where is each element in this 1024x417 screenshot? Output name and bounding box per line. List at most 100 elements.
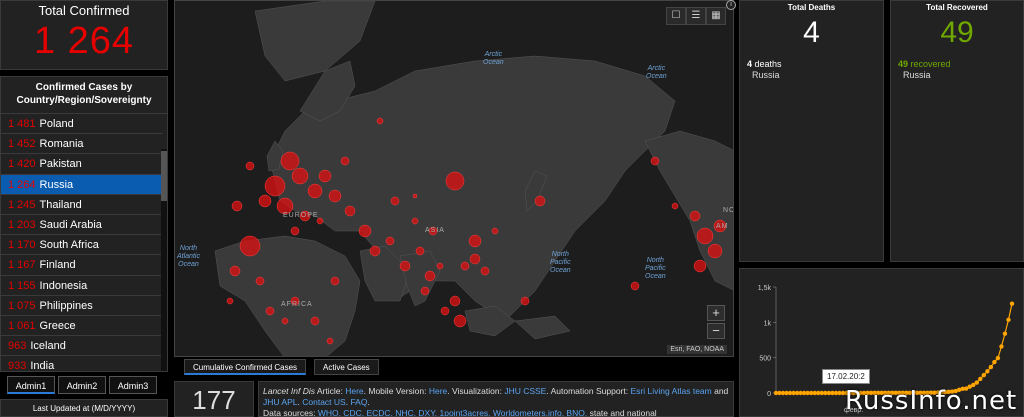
- total-confirmed-value: 1 264: [33, 20, 135, 62]
- country-name: South Africa: [39, 239, 99, 252]
- article-link[interactable]: Here: [345, 386, 363, 396]
- region-label-europe: EUROPE: [283, 212, 319, 219]
- country-name: Finland: [39, 259, 76, 272]
- region-label-corner: AM: [716, 223, 729, 230]
- country-list-panel: Confirmed Cases by Country/Region/Sovere…: [0, 76, 168, 372]
- country-name: Philippines: [39, 299, 93, 312]
- country-list-item[interactable]: 963 Iceland: [1, 336, 163, 357]
- country-list-item[interactable]: 1 061 Greece: [1, 316, 163, 337]
- tab-cumulative-confirmed[interactable]: Cumulative Confirmed Cases: [184, 359, 307, 375]
- y-tick-label: 0: [767, 391, 771, 398]
- total-deaths-panel: Total Deaths 4 4 deaths Russia: [739, 0, 884, 262]
- world-map[interactable]: [175, 1, 734, 357]
- country-list-item[interactable]: 1 170 South Africa: [1, 235, 163, 256]
- data-point[interactable]: [1009, 301, 1015, 306]
- about-text: state and national: [587, 408, 657, 417]
- country-name: India: [30, 360, 55, 372]
- country-list-item[interactable]: 1 452 Romania: [1, 134, 163, 155]
- about-text: .: [367, 397, 370, 407]
- jhu-csse-link[interactable]: JHU CSSE: [504, 386, 546, 396]
- about-text: and: [711, 386, 729, 396]
- zoom-in-button[interactable]: +: [707, 305, 725, 321]
- recovered-count: 49: [898, 59, 909, 69]
- total-deaths-value: 4: [803, 16, 820, 49]
- lancet-label: Lancet Inf Dis: [263, 386, 315, 396]
- recovered-text: recovered: [908, 59, 951, 69]
- tab-admin3[interactable]: Admin3: [109, 376, 157, 394]
- country-count: 1 481: [8, 118, 36, 130]
- country-list: 1 481 Poland 1 452 Romania 1 420 Pakistan 1 26…: [1, 114, 167, 372]
- country-list-item[interactable]: 1 075 Philippines: [1, 296, 163, 316]
- country-name: Indonesia: [39, 279, 88, 292]
- info-icon[interactable]: i: [726, 0, 736, 10]
- watermark: RussInfo.net: [845, 386, 1018, 416]
- mobile-link[interactable]: Here: [429, 386, 447, 396]
- tab-admin1[interactable]: Admin1: [7, 376, 55, 394]
- country-list-header: Confirmed Cases by Country/Region/Sovere…: [1, 77, 167, 114]
- contact-link[interactable]: Contact US: [302, 397, 345, 407]
- country-name: Poland: [39, 118, 74, 130]
- country-count: 1 167: [8, 259, 36, 272]
- region-label-corner: NO: [723, 207, 733, 214]
- zoom-out-button[interactable]: −: [707, 323, 725, 339]
- country-list-item[interactable]: 1 420 Pakistan: [1, 154, 163, 175]
- about-text: . Visualization:: [447, 386, 505, 396]
- esri-link[interactable]: Esri Living Atlas team: [630, 386, 711, 396]
- total-deaths-label: Total Deaths: [787, 3, 836, 12]
- country-list-item[interactable]: 1 167 Finland: [1, 255, 163, 276]
- deaths-row: 4 deaths: [740, 59, 883, 70]
- country-list-item[interactable]: 1 203 Saudi Arabia: [1, 215, 163, 236]
- about-text: Article:: [314, 386, 346, 396]
- data-point[interactable]: [981, 372, 987, 378]
- country-name: Thailand: [39, 198, 82, 211]
- last-updated: Last Updated at (M/D/YYYY): [0, 399, 168, 417]
- data-point[interactable]: [1006, 317, 1011, 322]
- basemap-gallery-icon[interactable]: ▦: [706, 7, 726, 25]
- data-point[interactable]: [995, 355, 1001, 361]
- deaths-country: Russia: [752, 70, 780, 80]
- country-list-item[interactable]: 1 481 Poland: [1, 114, 163, 135]
- country-name: Pakistan: [39, 158, 82, 171]
- country-list-item[interactable]: 1 245 Thailand: [1, 195, 163, 215]
- about-text: . Automation Support:: [546, 386, 631, 396]
- region-label-africa: AFRICA: [281, 301, 313, 308]
- data-point[interactable]: [988, 364, 994, 370]
- scrollbar-thumb[interactable]: [161, 151, 167, 201]
- ocean-label-north-pacific: North Pacific Ocean: [550, 251, 571, 274]
- deaths-text: deaths: [752, 59, 782, 69]
- country-list-item[interactable]: 933 India: [1, 356, 163, 372]
- tab-active-cases[interactable]: Active Cases: [314, 359, 379, 375]
- country-name: Greece: [39, 319, 76, 332]
- country-count: 1 420: [8, 158, 36, 171]
- recovered-country: Russia: [903, 70, 931, 80]
- y-tick-label: 1,5k: [758, 285, 772, 292]
- country-list-item[interactable]: 1 155 Indonesia: [1, 276, 163, 296]
- data-point[interactable]: [992, 359, 997, 365]
- country-count: 1 264: [8, 178, 36, 191]
- total-recovered-panel: Total Recovered 49 49 recovered Russia: [890, 0, 1024, 262]
- data-point[interactable]: [1002, 331, 1008, 336]
- data-point[interactable]: [985, 369, 990, 374]
- data-sources-links[interactable]: WHO, CDC, ECDC, NHC, DXY, 1point3acres, …: [318, 408, 587, 416]
- legend-list-icon[interactable]: ☰: [686, 7, 706, 25]
- series-line: [776, 303, 1013, 394]
- country-list-scrollbar[interactable]: [161, 149, 167, 371]
- bookmark-icon[interactable]: ☐: [666, 7, 686, 25]
- country-count: 963: [8, 340, 27, 353]
- total-recovered-label: Total Recovered: [926, 3, 988, 12]
- data-point[interactable]: [999, 344, 1004, 349]
- data-point[interactable]: [978, 376, 983, 382]
- map-panel[interactable]: Arctic Ocean Arctic Ocean North Atlantic Oce…: [174, 0, 734, 357]
- jhu-apl-link[interactable]: JHU APL: [263, 397, 298, 407]
- country-count: 1 245: [8, 198, 36, 211]
- country-list-item[interactable]: 1 264 Russia: [1, 174, 163, 195]
- tab-admin2[interactable]: Admin2: [58, 376, 106, 394]
- total-recovered-value: 49: [940, 16, 974, 49]
- about-text: . Mobile Version:: [363, 386, 429, 396]
- country-count: 933: [8, 360, 27, 372]
- data-point[interactable]: [974, 380, 979, 385]
- ocean-label-north-pacific: North Pacific Ocean: [645, 257, 666, 280]
- ocean-label-arctic: Arctic Ocean: [646, 65, 667, 80]
- faq-link[interactable]: FAQ: [350, 397, 367, 407]
- recovered-row: 49 recovered: [891, 59, 1023, 70]
